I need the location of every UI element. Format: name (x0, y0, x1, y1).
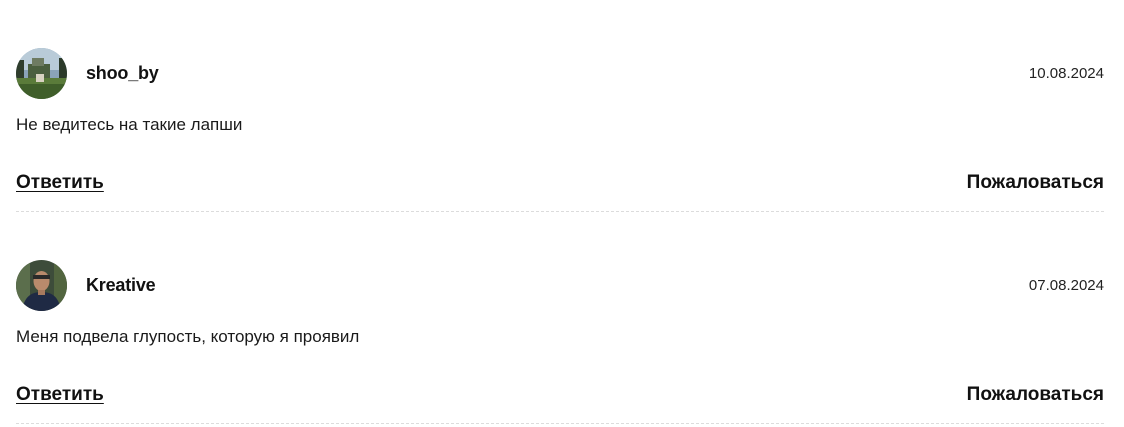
comment-item: shoo_by 10.08.2024 Не ведитесь на такие … (16, 0, 1104, 212)
comment-header: Kreative 07.08.2024 (16, 260, 1104, 312)
comment-author[interactable]: shoo_by (86, 63, 159, 84)
comment-item: Kreative 07.08.2024 Меня подвела глупост… (16, 212, 1104, 424)
comment-date: 10.08.2024 (1028, 65, 1104, 82)
avatar-photo-icon (16, 260, 67, 311)
avatar[interactable] (16, 260, 67, 311)
comment-text: Не ведитесь на такие лапши (16, 115, 243, 134)
report-link[interactable]: Пожаловаться (967, 172, 1104, 194)
comment-date: 07.08.2024 (1028, 277, 1104, 294)
reply-link[interactable]: Ответить (16, 384, 104, 406)
report-link[interactable]: Пожаловаться (967, 384, 1104, 406)
comment-actions: Ответить Пожаловаться (16, 384, 1104, 408)
avatar[interactable] (16, 48, 67, 99)
avatar-photo-icon (16, 48, 67, 99)
comment-header: shoo_by 10.08.2024 (16, 48, 1104, 100)
comment-text: Меня подвела глупость, которую я проявил (16, 327, 360, 346)
comment-author[interactable]: Kreative (86, 275, 156, 296)
comment-actions: Ответить Пожаловаться (16, 172, 1104, 196)
reply-link[interactable]: Ответить (16, 172, 104, 194)
comments-list: shoo_by 10.08.2024 Не ведитесь на такие … (16, 0, 1104, 424)
